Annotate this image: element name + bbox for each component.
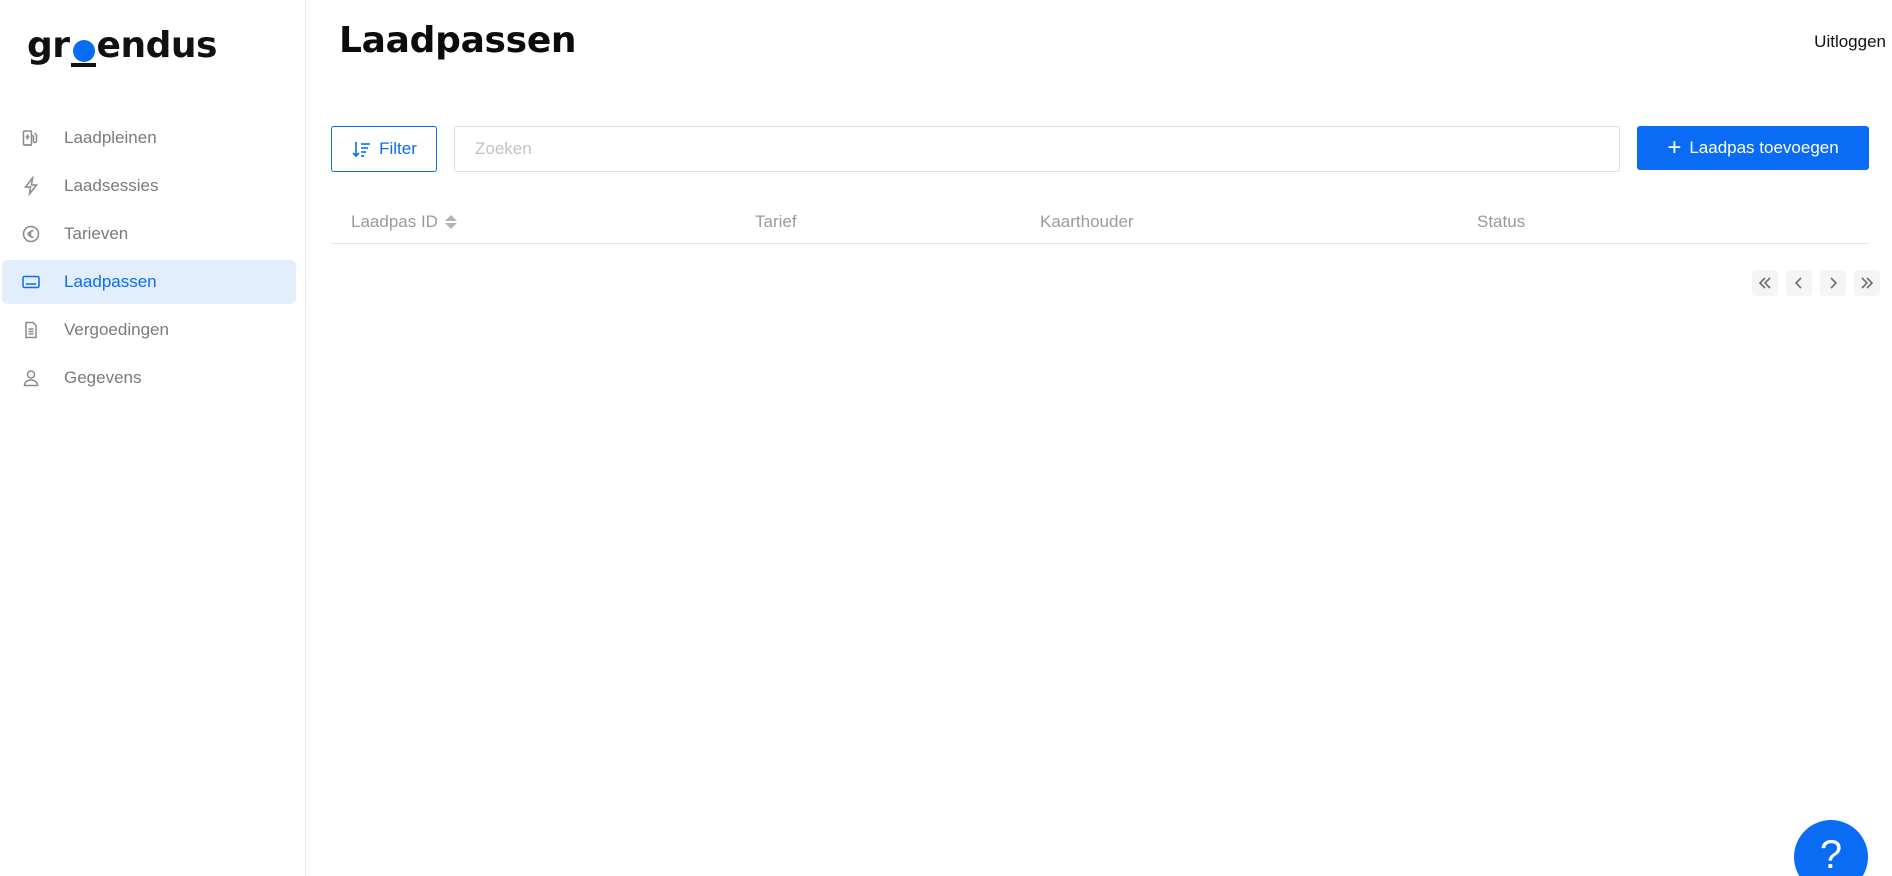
plus-icon: + (1667, 134, 1682, 161)
sidebar-item-label: Vergoedingen (64, 320, 169, 339)
sidebar-item-label: Tarieven (64, 224, 129, 243)
sidebar-item-laadsessies[interactable]: Laadsessies (2, 164, 296, 208)
logo-text-start: gr (27, 25, 70, 66)
chevron-left-icon (1794, 277, 1802, 289)
next-page-button[interactable] (1820, 270, 1846, 296)
document-icon (20, 319, 42, 341)
add-laadpas-button[interactable]: + Laadpas toevoegen (1637, 126, 1869, 170)
sort-filter-icon (352, 142, 371, 158)
last-page-button[interactable] (1854, 270, 1880, 296)
table-header: Laadpas ID Tarief Kaarthouder Status (331, 200, 1869, 244)
search-input[interactable] (454, 126, 1620, 172)
column-header-label: Laadpas ID (351, 212, 438, 231)
sidebar-item-vergoedingen[interactable]: Vergoedingen (2, 308, 296, 352)
user-icon (20, 367, 42, 389)
double-chevron-left-icon (1758, 277, 1771, 289)
sidebar-item-label: Laadpassen (64, 272, 157, 291)
add-laadpas-label: Laadpas toevoegen (1689, 138, 1839, 157)
column-header-status: Status (1477, 200, 1525, 244)
logo-text-end: endus (96, 25, 218, 66)
logo-mark (70, 28, 96, 67)
logout-link[interactable]: Uitloggen (1814, 32, 1886, 52)
sidebar-item-laadpleinen[interactable]: Laadpleinen (2, 116, 296, 160)
euro-icon (20, 223, 42, 245)
page-title: Laadpassen (339, 20, 577, 61)
pagination (1752, 270, 1880, 296)
sidebar-item-label: Laadsessies (64, 176, 159, 195)
filter-button[interactable]: Filter (331, 126, 437, 172)
help-label: ? (1819, 833, 1843, 876)
filter-label: Filter (379, 139, 417, 158)
sidebar-item-tarieven[interactable]: Tarieven (2, 212, 296, 256)
column-header-label: Kaarthouder (1040, 212, 1134, 231)
sidebar-item-label: Laadpleinen (64, 128, 157, 147)
sidebar-item-gegevens[interactable]: Gegevens (2, 356, 296, 400)
double-chevron-right-icon (1861, 277, 1874, 289)
column-header-label: Status (1477, 212, 1526, 231)
column-header-tarief: Tarief (755, 200, 797, 244)
chevron-right-icon (1830, 277, 1838, 289)
groendus-logo[interactable]: gr endus (27, 20, 218, 67)
lightning-icon (20, 175, 42, 197)
column-header-kaarthouder: Kaarthouder (1040, 200, 1134, 244)
sidebar-nav: Laadpleinen Laadsessies Tarieven Laadpas… (0, 116, 306, 404)
laadpassen-table: Laadpas ID Tarief Kaarthouder Status (331, 200, 1869, 244)
main-content: Laadpassen Uitloggen Filter + Laadpas to… (307, 0, 1892, 876)
card-icon (20, 271, 42, 293)
sidebar-item-label: Gegevens (64, 368, 142, 387)
first-page-button[interactable] (1752, 270, 1778, 296)
charging-station-icon (20, 127, 42, 149)
column-header-label: Tarief (755, 212, 797, 231)
previous-page-button[interactable] (1786, 270, 1812, 296)
sort-icon (444, 215, 457, 229)
column-header-laadpas-id[interactable]: Laadpas ID (351, 200, 457, 244)
sidebar-item-laadpassen[interactable]: Laadpassen (2, 260, 296, 304)
sidebar: gr endus Laadpleinen Laadsessies Tarieve… (0, 0, 306, 876)
toolbar: Filter + Laadpas toevoegen (331, 126, 1869, 172)
